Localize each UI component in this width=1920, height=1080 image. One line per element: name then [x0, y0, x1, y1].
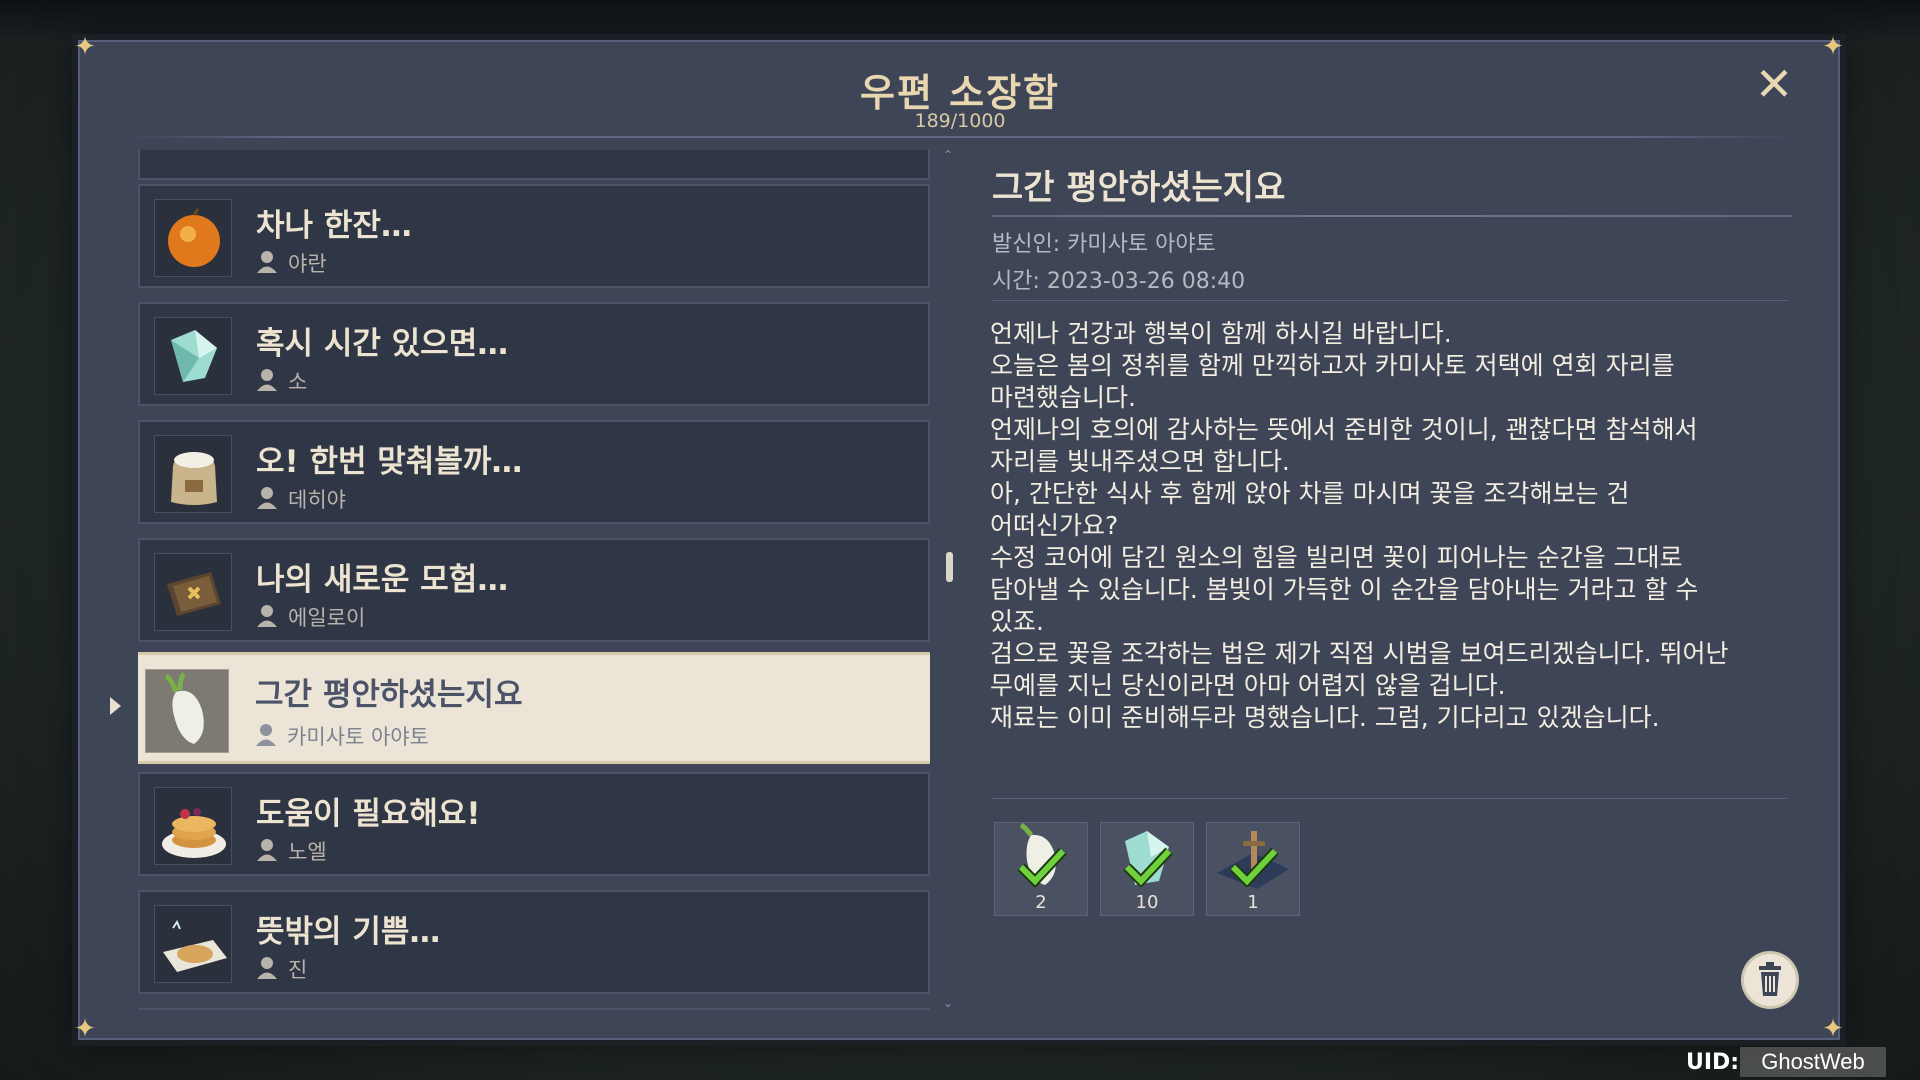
corner-ornament-icon: ✦ — [74, 1014, 96, 1044]
mail-time-line: 시간: 2023-03-26 08:40 — [992, 269, 1246, 294]
flour-sack-icon — [154, 435, 232, 513]
list-item[interactable]: 혹시 시간 있으면… 소 — [138, 302, 930, 406]
check-icon — [1017, 847, 1067, 887]
selected-indicator-icon — [110, 697, 121, 715]
mail-list[interactable]: 차나 한잔… 야란 혹시 시간 있으면… 소 오! 한번 맞춰볼까… 데히야 나… — [138, 150, 930, 1010]
scrollbar-thumb[interactable] — [946, 552, 953, 582]
mail-detail-title: 그간 평안하셨는지요 — [992, 168, 1286, 208]
person-icon — [256, 724, 276, 746]
mail-title: 그간 평안하셨는지요 — [255, 677, 523, 713]
mail-sender-line: 발신인: 카미사토 아야토 — [992, 232, 1216, 257]
mail-title: 뜻밖의 기쁨… — [256, 914, 441, 950]
header-divider — [128, 136, 1792, 138]
pancake-icon — [154, 787, 232, 865]
mail-title: 나의 새로운 모험… — [256, 562, 509, 598]
list-item[interactable]: 나의 새로운 모험… 에일로이 — [138, 538, 930, 642]
person-icon — [257, 251, 277, 273]
attachment-quantity: 2 — [1035, 892, 1047, 913]
radish-icon — [145, 669, 229, 753]
list-item-selected[interactable]: 그간 평안하셨는지요 카미사토 아야토 — [138, 652, 930, 764]
check-icon — [1229, 847, 1279, 887]
uid-label: UID: — [1686, 1050, 1740, 1075]
close-button[interactable]: ✕ — [1752, 61, 1796, 107]
list-item[interactable]: 오! 한번 맞춰볼까… 데히야 — [138, 420, 930, 524]
list-item[interactable] — [138, 1008, 930, 1010]
uid-value: GhostWeb — [1740, 1047, 1886, 1077]
person-icon — [257, 839, 277, 861]
check-icon — [1123, 847, 1173, 887]
person-icon — [257, 957, 277, 979]
detail-divider — [992, 215, 1792, 217]
list-item[interactable]: 도움이 필요해요! 노엘 — [138, 772, 930, 876]
attachment-quantity: 1 — [1247, 892, 1259, 913]
person-icon — [257, 369, 277, 391]
scroll-down-icon[interactable]: ⌄ — [943, 996, 953, 1010]
mail-sender: 진 — [288, 958, 308, 982]
mail-sender: 소 — [288, 370, 308, 394]
meta-divider — [992, 300, 1788, 301]
list-item[interactable] — [138, 150, 930, 180]
orange-fruit-icon — [154, 199, 232, 277]
mail-title: 혹시 시간 있으면… — [256, 326, 509, 362]
corner-ornament-icon: ✦ — [1822, 32, 1844, 62]
corner-ornament-icon: ✦ — [74, 32, 96, 62]
scroll-up-icon[interactable]: ⌃ — [943, 148, 953, 162]
list-item[interactable]: 차나 한잔… 야란 — [138, 184, 930, 288]
trash-icon — [1759, 962, 1781, 996]
scroll-map-icon — [154, 553, 232, 631]
person-icon — [257, 487, 277, 509]
mail-sender: 에일로이 — [288, 606, 366, 630]
close-icon: ✕ — [1754, 57, 1794, 111]
mail-counter: 189/1000 — [914, 110, 1006, 132]
person-icon — [257, 605, 277, 627]
page-title: 우편 소장함 — [859, 71, 1061, 115]
attachment-quantity: 10 — [1135, 892, 1159, 913]
mail-sender: 야란 — [288, 252, 327, 276]
mail-title: 차나 한잔… — [256, 208, 412, 244]
mail-title: 도움이 필요해요! — [256, 796, 481, 832]
attachment-divider — [992, 798, 1788, 799]
attachment-item[interactable]: 2 — [994, 822, 1088, 916]
delete-mail-button[interactable] — [1744, 954, 1796, 1006]
pie-icon — [154, 905, 232, 983]
mail-sender: 카미사토 아야토 — [287, 725, 429, 749]
mail-title: 오! 한번 맞춰볼까… — [256, 444, 523, 480]
list-item[interactable]: 뜻밖의 기쁨… 진 — [138, 890, 930, 994]
corner-ornament-icon: ✦ — [1822, 1014, 1844, 1044]
mail-body: 언제나 건강과 행복이 함께 하시길 바랍니다. 오늘은 봄의 정취를 함께 만… — [990, 319, 1729, 732]
mail-sender: 노엘 — [288, 840, 327, 864]
attachment-item[interactable]: 1 — [1206, 822, 1300, 916]
top-hud-strip — [0, 0, 1920, 40]
crystal-icon — [154, 317, 232, 395]
attachment-item[interactable]: 10 — [1100, 822, 1194, 916]
mail-sender: 데히야 — [288, 488, 346, 512]
